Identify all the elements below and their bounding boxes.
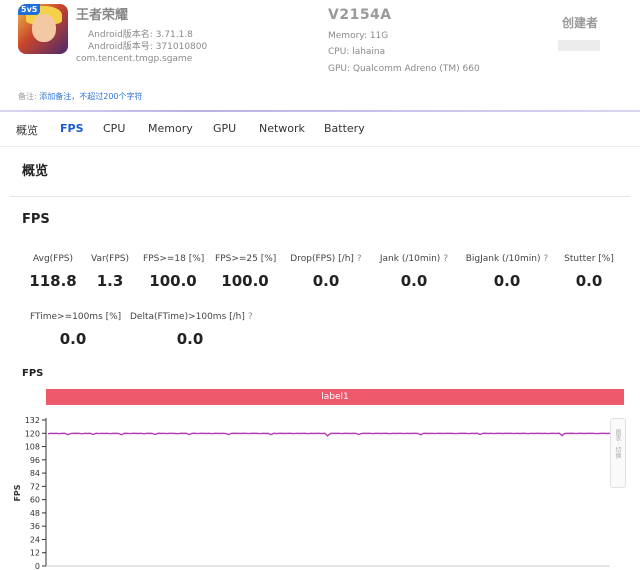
tab-divider	[0, 146, 640, 147]
stat-value: 0.0	[575, 272, 603, 290]
header-divider	[0, 110, 640, 112]
side-widget-label: 图表 · 切换	[614, 429, 621, 459]
y-tick-label: 60	[30, 496, 40, 505]
y-tick-label: 12	[30, 549, 40, 558]
chart-side-widget[interactable]: 图表 · 切换	[610, 418, 626, 488]
stat-stutter: Stutter [%] 0.0	[562, 254, 616, 290]
stat-value: 0.0	[312, 272, 340, 290]
stat-value: 118.8	[29, 272, 77, 290]
y-tick-label: 72	[30, 482, 40, 491]
y-tick-label: 84	[30, 469, 40, 478]
stat-value: 100.0	[149, 272, 197, 290]
y-tick-label: 0	[35, 562, 40, 570]
app-icon: 5v5	[18, 4, 68, 54]
y-tick-label: 120	[25, 429, 40, 438]
stat-label: Jank (/10min)?	[379, 254, 449, 264]
note-row: 备注: 添加备注，不超过200个字符	[18, 91, 143, 102]
stat-jank: Jank (/10min)? 0.0	[376, 254, 452, 290]
creator-label: 创建者	[562, 16, 599, 30]
stat-delta-ftime: Delta(FTime)>100ms [/h]? 0.0	[130, 312, 253, 348]
label-bar[interactable]: label1	[46, 389, 624, 405]
note-label: 备注:	[18, 92, 37, 101]
stat-drop-fps: Drop(FPS) [/h]? 0.0	[287, 254, 365, 290]
y-tick-label: 96	[30, 456, 40, 465]
fps-section-title: FPS	[22, 212, 50, 227]
stat-var-fps: Var(FPS) 1.3	[88, 254, 132, 290]
app-icon-badge: 5v5	[18, 4, 41, 15]
help-icon[interactable]: ?	[357, 254, 362, 264]
stat-value: 0.0	[59, 330, 87, 348]
stat-label: FTime>=100ms [%]	[30, 312, 122, 322]
help-icon[interactable]: ?	[248, 312, 253, 322]
y-tick-label: 36	[30, 522, 40, 531]
chart-title: FPS	[22, 368, 44, 379]
stat-value: 0.0	[176, 330, 204, 348]
y-axis-label: FPS	[13, 484, 22, 501]
help-icon[interactable]: ?	[443, 254, 448, 264]
stat-label: FPS>=18 [%]	[143, 254, 205, 264]
app-package: com.tencent.tmgp.sgame	[76, 54, 193, 64]
stat-label: FPS>=25 [%]	[215, 254, 277, 264]
stat-value: 0.0	[400, 272, 428, 290]
stat-avg-fps: Avg(FPS) 118.8	[28, 254, 78, 290]
device-model: V2154A	[328, 7, 392, 23]
tab-network[interactable]: Network	[259, 122, 305, 135]
tab-battery[interactable]: Battery	[324, 122, 365, 135]
tab-cpu[interactable]: CPU	[103, 122, 125, 135]
y-tick-label: 132	[25, 416, 40, 425]
stat-value: 0.0	[493, 272, 521, 290]
overview-title: 概览	[22, 164, 49, 179]
y-tick-label: 108	[25, 443, 40, 452]
stat-label: Stutter [%]	[564, 254, 614, 264]
stat-label: Drop(FPS) [/h]?	[290, 254, 362, 264]
tab-fps[interactable]: FPS	[60, 122, 84, 135]
y-tick-label: 48	[30, 509, 40, 518]
y-tick-label: 24	[30, 535, 40, 544]
help-icon[interactable]: ?	[544, 254, 549, 264]
creator-name-redacted	[558, 40, 600, 51]
stat-label: Delta(FTime)>100ms [/h]?	[130, 312, 253, 322]
tab-overview[interactable]: 概览	[16, 122, 38, 138]
stat-value: 100.0	[221, 272, 269, 290]
hero-face	[32, 14, 56, 42]
app-name: 王者荣耀	[76, 8, 129, 23]
fps-series-line	[47, 432, 611, 437]
device-memory: Memory: 11G	[328, 31, 389, 41]
stat-label: BigJank (/10min)?	[465, 254, 549, 264]
stat-bigjank: BigJank (/10min)? 0.0	[463, 254, 551, 290]
stat-label: Avg(FPS)	[32, 254, 73, 264]
tab-gpu[interactable]: GPU	[213, 122, 236, 135]
section-divider	[10, 196, 630, 197]
app-version-code: Android版本号: 371010800	[88, 42, 208, 52]
device-gpu: GPU: Qualcomm Adreno (TM) 660	[328, 64, 480, 74]
stat-fps-ge-25: FPS>=25 [%] 100.0	[215, 254, 277, 290]
stat-ftime-ge-100ms: FTime>=100ms [%] 0.0	[30, 312, 122, 348]
fps-line-chart: 0 12 24 36 48 60 72 84 96 108 120 132 FPS	[13, 416, 611, 570]
stat-fps-ge-18: FPS>=18 [%] 100.0	[143, 254, 205, 290]
stat-value: 1.3	[96, 272, 124, 290]
tab-memory[interactable]: Memory	[148, 122, 193, 135]
tab-bar: 概览 FPS CPU Memory GPU Network Battery	[0, 118, 640, 142]
device-cpu: CPU: lahaina	[328, 47, 386, 57]
stat-label: Var(FPS)	[90, 254, 129, 264]
add-note-link[interactable]: 添加备注，不超过200个字符	[39, 92, 142, 101]
